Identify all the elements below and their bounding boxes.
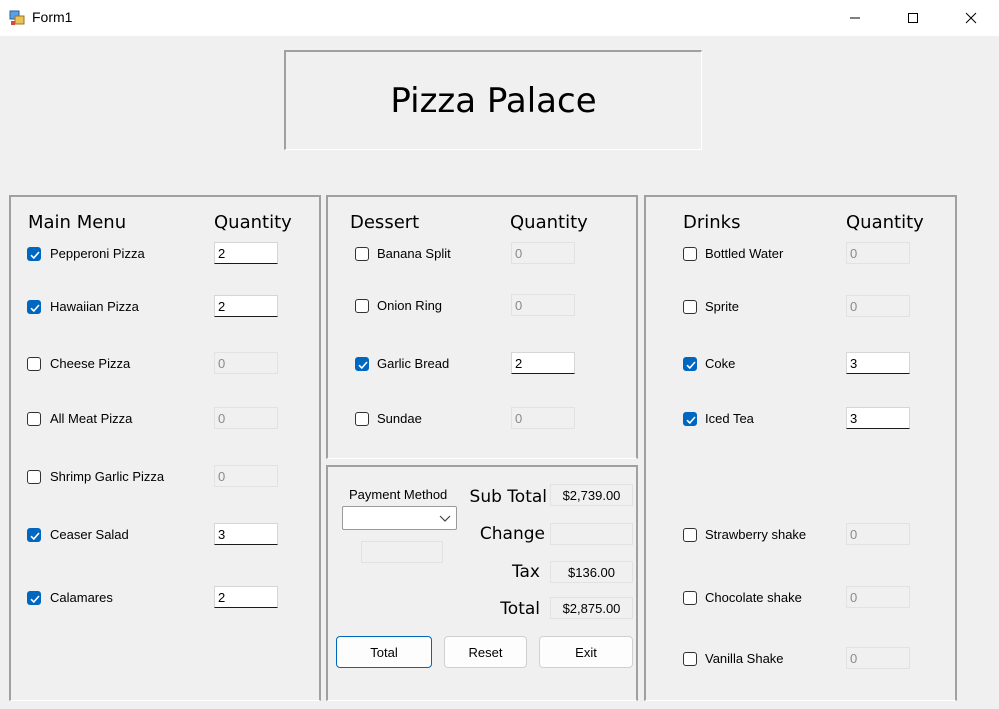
window-title: Form1 (32, 9, 73, 25)
all-meat-pizza-qty-input[interactable]: 0 (214, 407, 278, 429)
hawaiian-pizza-checkbox[interactable] (27, 300, 41, 314)
coke-qty-input[interactable]: 3 (846, 352, 910, 374)
shrimp-garlic-pizza-checkbox[interactable] (27, 470, 41, 484)
close-icon (965, 12, 977, 24)
iced-tea-checkbox[interactable] (683, 412, 697, 426)
hawaiian-pizza-qty-input[interactable]: 2 (214, 295, 278, 317)
bottled-water-label[interactable]: Bottled Water (705, 246, 783, 261)
ceaser-salad-label[interactable]: Ceaser Salad (50, 527, 129, 542)
coke-label[interactable]: Coke (705, 356, 735, 371)
chevron-down-icon (439, 515, 451, 522)
coke-checkbox[interactable] (683, 357, 697, 371)
chocolate-shake-label[interactable]: Chocolate shake (705, 590, 802, 605)
main-menu-heading: Main Menu (28, 212, 127, 233)
drinks-heading: Drinks (683, 212, 741, 233)
banana-split-label[interactable]: Banana Split (377, 246, 451, 261)
sprite-label[interactable]: Sprite (705, 299, 739, 314)
all-meat-pizza-checkbox[interactable] (27, 412, 41, 426)
all-meat-pizza-label[interactable]: All Meat Pizza (50, 411, 132, 426)
dessert-panel (326, 195, 638, 459)
strawberry-shake-qty-input[interactable]: 0 (846, 523, 910, 545)
pepperoni-pizza-checkbox[interactable] (27, 247, 41, 261)
dessert-qty-heading: Quantity (510, 212, 588, 233)
page-title: Pizza Palace (390, 80, 597, 121)
tax-field: $136.00 (550, 561, 633, 583)
total-button[interactable]: Total (336, 636, 432, 668)
chocolate-shake-qty-input[interactable]: 0 (846, 586, 910, 608)
header-panel: Pizza Palace (284, 50, 702, 150)
minimize-button[interactable] (826, 0, 884, 36)
shrimp-garlic-pizza-qty-input[interactable]: 0 (214, 465, 278, 487)
payment-method-label: Payment Method (349, 487, 448, 502)
ceaser-salad-checkbox[interactable] (27, 528, 41, 542)
garlic-bread-qty-input[interactable]: 2 (511, 352, 575, 374)
sprite-qty-input[interactable]: 0 (846, 295, 910, 317)
reset-button[interactable]: Reset (444, 636, 527, 668)
maximize-button[interactable] (884, 0, 942, 36)
payment-method-select[interactable] (342, 506, 457, 530)
cheese-pizza-qty-input[interactable]: 0 (214, 352, 278, 374)
payment-amount-field[interactable] (361, 541, 443, 563)
onion-ring-qty-input[interactable]: 0 (511, 294, 575, 316)
strawberry-shake-label[interactable]: Strawberry shake (705, 527, 806, 542)
drinks-panel (644, 195, 957, 701)
pepperoni-pizza-qty-input[interactable]: 2 (214, 242, 278, 264)
sundae-label[interactable]: Sundae (377, 411, 422, 426)
exit-button[interactable]: Exit (539, 636, 633, 668)
change-label: Change (479, 524, 545, 544)
garlic-bread-checkbox[interactable] (355, 357, 369, 371)
dessert-heading: Dessert (350, 212, 420, 233)
total-field: $2,875.00 (550, 597, 633, 619)
main-menu-panel (9, 195, 321, 701)
bottled-water-checkbox[interactable] (683, 247, 697, 261)
onion-ring-checkbox[interactable] (355, 299, 369, 313)
subtotal-field: $2,739.00 (550, 484, 633, 506)
onion-ring-label[interactable]: Onion Ring (377, 298, 442, 313)
ceaser-salad-qty-input[interactable]: 3 (214, 523, 278, 545)
pepperoni-pizza-label[interactable]: Pepperoni Pizza (50, 246, 145, 261)
change-field (550, 523, 633, 545)
cheese-pizza-label[interactable]: Cheese Pizza (50, 356, 130, 371)
iced-tea-qty-input[interactable]: 3 (846, 407, 910, 429)
app-icon (9, 10, 25, 25)
calamares-label[interactable]: Calamares (50, 590, 113, 605)
maximize-icon (908, 13, 918, 23)
banana-split-qty-input[interactable]: 0 (511, 242, 575, 264)
iced-tea-label[interactable]: Iced Tea (705, 411, 754, 426)
main-menu-qty-heading: Quantity (214, 212, 292, 233)
total-label: Total (500, 599, 540, 619)
chocolate-shake-checkbox[interactable] (683, 591, 697, 605)
minimize-icon (850, 17, 860, 19)
title-bar: Form1 (0, 0, 999, 36)
tax-label: Tax (511, 562, 540, 582)
calamares-checkbox[interactable] (27, 591, 41, 605)
vanilla-shake-qty-input[interactable]: 0 (846, 647, 910, 669)
strawberry-shake-checkbox[interactable] (683, 528, 697, 542)
close-button[interactable] (942, 0, 999, 36)
drinks-qty-heading: Quantity (846, 212, 924, 233)
vanilla-shake-label[interactable]: Vanilla Shake (705, 651, 784, 666)
bottled-water-qty-input[interactable]: 0 (846, 242, 910, 264)
banana-split-checkbox[interactable] (355, 247, 369, 261)
hawaiian-pizza-label[interactable]: Hawaiian Pizza (50, 299, 139, 314)
sprite-checkbox[interactable] (683, 300, 697, 314)
sundae-qty-input[interactable]: 0 (511, 407, 575, 429)
vanilla-shake-checkbox[interactable] (683, 652, 697, 666)
cheese-pizza-checkbox[interactable] (27, 357, 41, 371)
garlic-bread-label[interactable]: Garlic Bread (377, 356, 449, 371)
sundae-checkbox[interactable] (355, 412, 369, 426)
subtotal-label: Sub Total (469, 487, 547, 507)
shrimp-garlic-pizza-label[interactable]: Shrimp Garlic Pizza (50, 469, 164, 484)
calamares-qty-input[interactable]: 2 (214, 586, 278, 608)
